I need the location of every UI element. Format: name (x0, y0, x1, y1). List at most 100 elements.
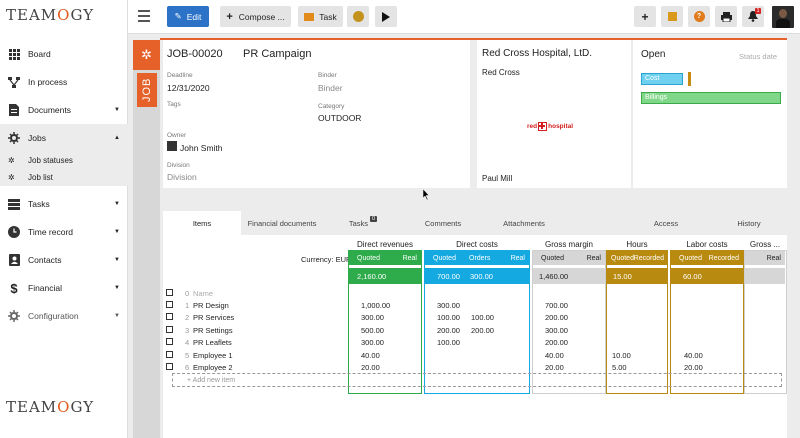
tab-access[interactable]: Access (631, 211, 701, 235)
binder-label: Binder (318, 72, 337, 79)
row-direct-revenues-quoted[interactable]: 20.00 (361, 363, 380, 372)
category-value[interactable]: OUTDOOR (318, 113, 361, 123)
time-record-button[interactable] (347, 6, 369, 27)
hamburger-menu-icon[interactable] (138, 10, 150, 25)
sidebar-item-configuration[interactable]: Configuration ▼ (0, 302, 128, 330)
tab-items[interactable]: Items (163, 211, 241, 235)
sidebar-item-label: Contacts (28, 255, 62, 265)
dollar-icon: $ (10, 280, 18, 296)
row-direct-revenues-quoted[interactable]: 40.00 (361, 351, 380, 360)
row-direct-costs-quoted[interactable]: 200.00 (437, 326, 460, 335)
row-gross-margin-quoted[interactable]: 300.00 (545, 326, 568, 335)
sidebar-item-jobs[interactable]: Jobs ▲ (0, 124, 128, 152)
row-gross-margin-quoted[interactable]: 200.00 (545, 313, 568, 322)
row-gross-margin-quoted[interactable]: 40.00 (545, 351, 564, 360)
row-name[interactable]: PR Settings (193, 326, 233, 335)
row-direct-costs-orders[interactable]: 200.00 (471, 326, 494, 335)
sidebar-item-financial[interactable]: $ Financial ▼ (0, 274, 128, 302)
play-button[interactable] (375, 6, 397, 27)
row-hours-quoted[interactable]: 5.00 (612, 363, 627, 372)
row-checkbox[interactable] (166, 363, 173, 370)
row-checkbox[interactable] (166, 338, 173, 346)
row-checkbox[interactable] (166, 313, 173, 321)
client-name[interactable]: Red Cross Hospital, LtD. (482, 48, 592, 59)
sidebar-subitem-label: Job list (28, 172, 53, 182)
row-number: 1 (185, 301, 190, 310)
row-direct-revenues-quoted[interactable]: 300.00 (361, 338, 384, 347)
row-hours-quoted[interactable]: 10.00 (612, 351, 631, 360)
row-direct-revenues-quoted[interactable]: 1,000.00 (361, 301, 390, 310)
task-button[interactable]: Task (298, 6, 343, 27)
row-direct-costs-quoted[interactable]: 100.00 (437, 313, 460, 322)
table-row[interactable]: 2 PR Services 300.00 100.00 100.00 200.00 (163, 311, 787, 323)
binder-value[interactable]: Binder (318, 83, 343, 93)
tab-financial-documents[interactable]: Financial documents (241, 211, 323, 235)
sidebar-item-contacts[interactable]: Contacts ▼ (0, 246, 128, 274)
table-row[interactable]: 4 PR Leaflets 300.00 100.00 200.00 (163, 336, 787, 348)
row-checkbox[interactable] (166, 301, 173, 308)
row-direct-costs-quoted[interactable]: 300.00 (437, 301, 460, 310)
sidebar-item-time-record[interactable]: Time record ▼ (0, 218, 128, 246)
deadline-value[interactable]: 12/31/2020 (167, 83, 210, 93)
row-name[interactable]: PR Leaflets (193, 338, 232, 347)
table-row[interactable]: 3 PR Settings 500.00 200.00 200.00 300.00 (163, 324, 787, 336)
cost-bar: Cost (641, 73, 683, 85)
table-row[interactable]: 6 Employee 2 20.00 20.00 5.00 20.00 (163, 361, 787, 373)
task-button-label: Task (319, 11, 337, 22)
client-contact[interactable]: Paul Mill (482, 174, 512, 183)
row-checkbox[interactable] (166, 350, 173, 358)
print-button[interactable] (715, 6, 737, 27)
notifications-button[interactable]: 1 (742, 6, 764, 27)
row-labor-costs-quoted[interactable]: 20.00 (684, 363, 703, 372)
owner-value[interactable]: John Smith (180, 143, 223, 153)
tab-comments[interactable]: Comments (403, 211, 483, 235)
sidebar-item-board[interactable]: Board (0, 40, 128, 68)
division-value[interactable]: Division (167, 172, 197, 182)
user-avatar[interactable] (772, 6, 794, 28)
pencil-icon: ✎ (174, 11, 182, 21)
row-name[interactable]: PR Design (193, 301, 229, 310)
contacts-icon (8, 254, 20, 266)
division-label: Division (167, 162, 190, 169)
row-direct-costs-orders[interactable]: 100.00 (471, 313, 494, 322)
sidebar-subitem-job-list[interactable]: ✲ Job list (0, 168, 128, 186)
tab-tasks[interactable]: Tasks 0 (323, 211, 403, 235)
deadline-label: Deadline (167, 72, 193, 79)
row-direct-revenues-quoted[interactable]: 500.00 (361, 326, 384, 335)
add-button[interactable]: + (634, 6, 656, 27)
sidebar-item-tasks[interactable]: Tasks ▼ (0, 190, 128, 218)
tags-label: Tags (167, 101, 181, 108)
status-date-field[interactable]: Status date (739, 52, 777, 61)
row-gross-margin-quoted[interactable]: 20.00 (545, 363, 564, 372)
row-gross-margin-quoted[interactable]: 700.00 (545, 301, 568, 310)
row-gross-margin-quoted[interactable]: 200.00 (545, 338, 568, 347)
row-name[interactable]: Employee 2 (193, 363, 233, 372)
notes-button[interactable] (661, 6, 683, 27)
job-info-card: JOB-00020 PR Campaign Deadline 12/31/202… (163, 40, 470, 188)
document-icon (8, 104, 20, 116)
chevron-down-icon: ▼ (114, 257, 120, 263)
table-row[interactable]: 1 PR Design 1,000.00 300.00 700.00 (163, 299, 787, 311)
tab-attachments[interactable]: Attachments (483, 211, 565, 235)
compose-button[interactable]: + Compose ... (220, 6, 291, 27)
row-labor-costs-quoted[interactable]: 40.00 (684, 351, 703, 360)
table-row[interactable]: 5 Employee 1 40.00 40.00 10.00 40.00 (163, 349, 787, 361)
sidebar-item-documents[interactable]: Documents ▼ (0, 96, 128, 124)
status-value[interactable]: Open (641, 49, 665, 60)
row-direct-revenues-quoted[interactable]: 300.00 (361, 313, 384, 322)
edit-button[interactable]: ✎ Edit (167, 6, 209, 27)
add-new-item-button[interactable]: + Add new item (172, 373, 782, 387)
row-name-input[interactable]: Name (193, 289, 213, 298)
help-button[interactable]: ? (688, 6, 710, 27)
items-grid: Direct revenues Direct costs Gross margi… (163, 235, 787, 438)
row-checkbox[interactable] (166, 289, 173, 296)
tab-history[interactable]: History (723, 211, 775, 235)
topbar: ✎ Edit + Compose ... Task + ? 1 (128, 0, 800, 34)
row-checkbox[interactable] (166, 325, 173, 333)
sidebar-item-in-process[interactable]: In process (0, 68, 128, 96)
sidebar-subitem-job-statuses[interactable]: ✲ Job statuses (0, 152, 128, 168)
app-logo[interactable]: TEAMOGY (6, 6, 94, 24)
row-direct-costs-quoted[interactable]: 100.00 (437, 338, 460, 347)
row-name[interactable]: Employee 1 (193, 351, 233, 360)
row-name[interactable]: PR Services (193, 313, 234, 322)
